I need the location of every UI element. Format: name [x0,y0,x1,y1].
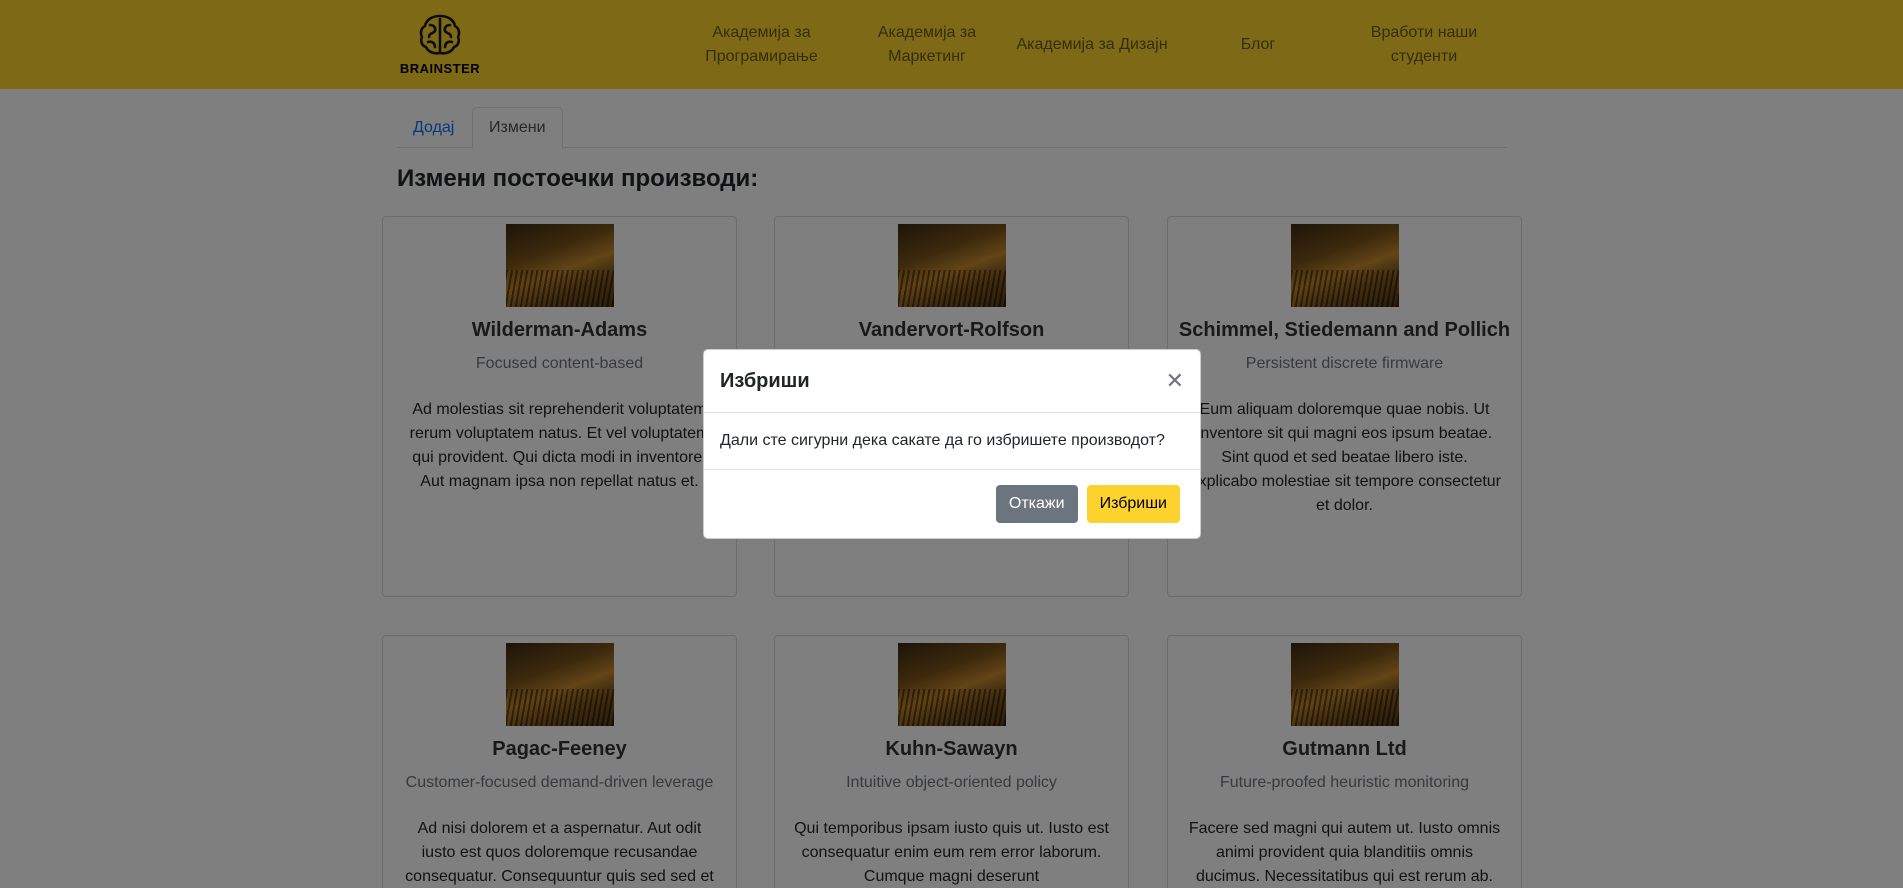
close-icon[interactable]: ✕ [1166,370,1184,392]
cancel-button[interactable]: Откажи [995,485,1078,523]
modal-header: Избриши ✕ [704,350,1200,413]
delete-button[interactable]: Избриши [1086,485,1180,523]
modal-body: Дали сте сигурни дека сакате да го избри… [704,413,1200,470]
modal-footer: Откажи Избриши [704,470,1200,538]
delete-modal: Избриши ✕ Дали сте сигурни дека сакате д… [703,349,1201,539]
modal-title: Избриши [720,369,810,392]
modal-message: Дали сте сигурни дека сакате да го избри… [720,432,1165,449]
